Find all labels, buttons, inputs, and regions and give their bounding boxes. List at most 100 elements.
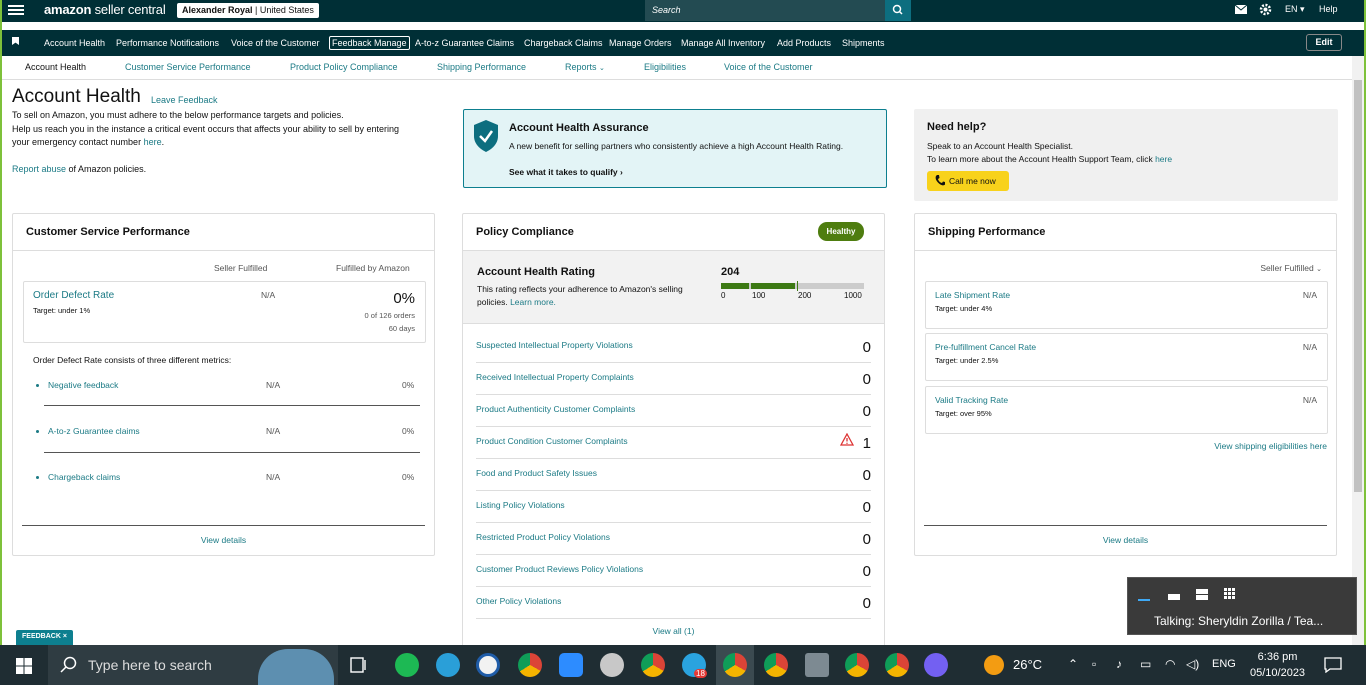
policy-row[interactable]: Restricted Product Policy Violations 0 (476, 523, 871, 555)
nav-shipments[interactable]: Shipments (842, 38, 885, 48)
chrome-profile-icon[interactable] (641, 653, 665, 677)
help-link[interactable]: Help (1319, 4, 1338, 14)
search-icon (892, 4, 903, 15)
chrome-icon[interactable] (518, 653, 542, 677)
chrome-profile-icon[interactable] (845, 653, 869, 677)
nav-account-health[interactable]: Account Health (44, 38, 105, 48)
weather-icon[interactable] (984, 655, 1004, 675)
tab-customer-service-performance[interactable]: Customer Service Performance (125, 62, 251, 72)
nav-chargeback-claims[interactable]: Chargeback Claims (524, 38, 603, 48)
view-all-link[interactable]: View all (1) (463, 626, 884, 636)
nav-manage-inventory[interactable]: Manage All Inventory (681, 38, 765, 48)
battery-icon[interactable]: ▭ (1140, 657, 1151, 671)
leave-feedback-link[interactable]: Leave Feedback (151, 95, 218, 105)
scrollbar-thumb[interactable] (1354, 80, 1362, 492)
taskbar-search-text: Type here to search (88, 657, 212, 673)
policy-row[interactable]: Product Condition Customer Complaints 1 (476, 427, 871, 459)
learn-more-link[interactable]: Learn more. (510, 297, 556, 307)
bookmark-icon[interactable] (12, 37, 19, 45)
rating-bar (721, 281, 864, 291)
policy-row[interactable]: Listing Policy Violations 0 (476, 491, 871, 523)
page-scrollbar[interactable] (1352, 56, 1364, 645)
browser-page: amazon seller central Alexander Royal | … (2, 0, 1364, 645)
wifi-icon[interactable]: ◠ (1165, 657, 1175, 671)
tab-account-health[interactable]: Account Health (25, 62, 86, 72)
language-selector[interactable]: EN ▾ (1285, 4, 1305, 15)
notifications-icon[interactable] (1324, 657, 1342, 673)
policy-row[interactable]: Suspected Intellectual Property Violatio… (476, 331, 871, 363)
policy-row[interactable]: Product Authenticity Customer Complaints… (476, 395, 871, 427)
zoom-icon[interactable] (559, 653, 583, 677)
policy-row[interactable]: Other Policy Violations 0 (476, 587, 871, 619)
calculator-icon[interactable] (805, 653, 829, 677)
menu-icon[interactable] (8, 3, 24, 19)
valid-tracking-link[interactable]: Valid Tracking Rate (935, 395, 1008, 405)
a-to-z-claims-link[interactable]: A-to-z Guarantee claims (48, 426, 140, 436)
weather-temp[interactable]: 26°C (1013, 657, 1042, 672)
chrome-profile-icon[interactable] (723, 653, 747, 677)
tab-product-policy-compliance[interactable]: Product Policy Compliance (290, 62, 398, 72)
gear-icon[interactable] (1259, 3, 1272, 16)
volume-icon[interactable]: ◁) (1186, 657, 1199, 671)
nav-performance-notifications[interactable]: Performance Notifications (116, 38, 219, 48)
nav-voice-of-customer[interactable]: Voice of the Customer (231, 38, 320, 48)
nav-add-products[interactable]: Add Products (777, 38, 831, 48)
tab-reports[interactable]: Reports ⌄ (565, 62, 605, 72)
policy-row[interactable]: Received Intellectual Property Complaint… (476, 363, 871, 395)
fulfillment-filter[interactable]: Seller Fulfilled ⌄ (1260, 263, 1322, 273)
task-view-icon[interactable] (350, 657, 368, 673)
clock[interactable]: 6:36 pm 05/10/2023 (1250, 649, 1305, 681)
spotify-icon[interactable] (395, 653, 419, 677)
csp-view-details-link[interactable]: View details (13, 535, 434, 545)
call-me-now-button[interactable]: Call me now (927, 171, 1009, 191)
scale-1000: 1000 (844, 291, 862, 300)
edit-nav-button[interactable]: Edit (1306, 34, 1342, 51)
support-team-link[interactable]: here (1155, 154, 1172, 164)
call-status-popup[interactable]: Talking: Sheryldin Zorilla / Tea... (1127, 577, 1357, 635)
nav-a-to-z-claims[interactable]: A-to-z Guarantee Claims (415, 38, 514, 48)
late-shipment-link[interactable]: Late Shipment Rate (935, 290, 1010, 300)
account-switcher[interactable]: Alexander Royal | United States (177, 3, 319, 18)
search-input[interactable]: Search (645, 0, 885, 21)
canva-icon[interactable] (436, 653, 460, 677)
chrome-profile-icon[interactable] (764, 653, 788, 677)
microphone-icon[interactable]: ♪ (1116, 657, 1122, 671)
clock-app-icon[interactable] (476, 653, 500, 677)
policy-compliance-card: Policy Compliance Healthy Account Health… (462, 213, 885, 645)
chrome-profile-icon[interactable] (885, 653, 909, 677)
column-fulfilled-by-amazon: Fulfilled by Amazon (336, 263, 410, 273)
chevron-up-icon[interactable]: ⌃ (1068, 657, 1078, 671)
seller-central-logo[interactable]: amazon seller central (44, 2, 166, 17)
policy-row[interactable]: Customer Product Reviews Policy Violatio… (476, 555, 871, 587)
tab-eligibilities[interactable]: Eligibilities (644, 62, 686, 72)
input-language[interactable]: ENG (1212, 658, 1236, 670)
app-icon[interactable] (600, 653, 624, 677)
divider (44, 405, 420, 406)
shipping-eligibilities-link[interactable]: View shipping eligibilities here (1214, 441, 1327, 451)
layout-icons[interactable] (1138, 586, 1238, 602)
taskbar-search[interactable]: Type here to search (48, 645, 338, 685)
report-abuse-link[interactable]: Report abuse (12, 164, 66, 174)
viber-icon[interactable] (924, 653, 948, 677)
metric-target: Target: under 4% (935, 304, 993, 313)
order-defect-rate-link[interactable]: Order Defect Rate (33, 290, 114, 301)
qualify-link[interactable]: See what it takes to qualify › (509, 167, 623, 177)
emergency-contact-link[interactable]: here (144, 137, 162, 147)
search-button[interactable] (885, 0, 911, 21)
feedback-tab[interactable]: FEEDBACK × (16, 630, 73, 645)
mail-icon[interactable] (1235, 5, 1247, 15)
policy-row[interactable]: Food and Product Safety Issues 0 (476, 459, 871, 491)
shipping-view-details-link[interactable]: View details (915, 535, 1336, 545)
nav-manage-orders[interactable]: Manage Orders (609, 38, 672, 48)
sub-tabs: Account Health Customer Service Performa… (2, 56, 1364, 80)
odr-seller-value: N/A (261, 290, 276, 300)
negative-feedback-link[interactable]: Negative feedback (48, 380, 118, 390)
bullet (36, 476, 39, 479)
tab-shipping-performance[interactable]: Shipping Performance (437, 62, 526, 72)
cancel-rate-link[interactable]: Pre-fulfillment Cancel Rate (935, 342, 1036, 352)
windows-start-icon[interactable] (16, 658, 32, 674)
tab-voice-of-customer[interactable]: Voice of the Customer (724, 62, 813, 72)
camera-icon[interactable]: ▫ (1092, 657, 1096, 671)
chargeback-claims-link[interactable]: Chargeback claims (48, 472, 120, 482)
nav-feedback-manager[interactable]: Feedback Manage (329, 36, 410, 50)
